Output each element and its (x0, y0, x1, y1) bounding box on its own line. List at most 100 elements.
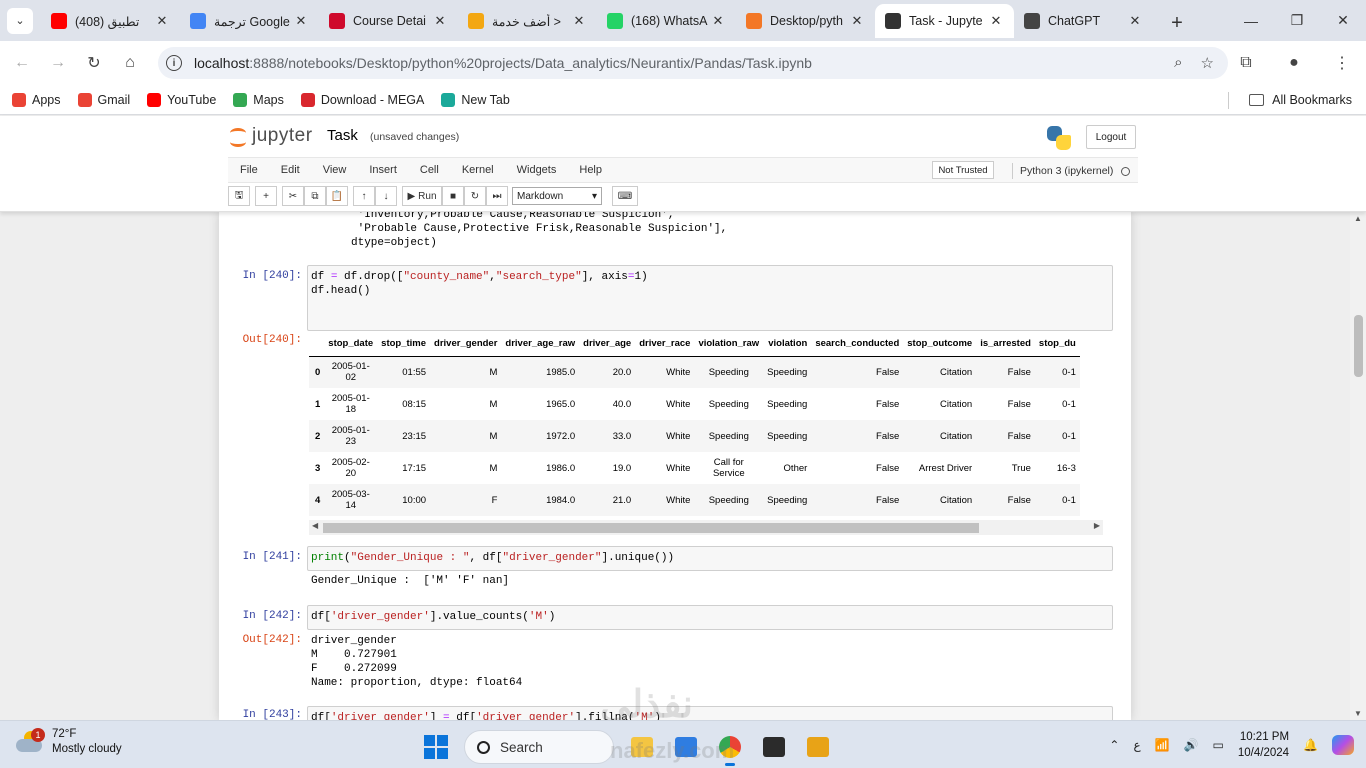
close-tab-icon[interactable]: ✕ (988, 13, 1004, 29)
close-tab-icon[interactable]: ✕ (432, 13, 448, 29)
weather-widget[interactable]: 1 72°F Mostly cloudy (16, 727, 122, 757)
table-row: 2 2005-01-23 23:15 M 1972.0 33.0 White Speeding… (309, 420, 1080, 452)
bookmark-star-icon[interactable]: ☆ (1201, 54, 1214, 72)
scroll-up-icon[interactable]: ▲ (1354, 214, 1362, 223)
back-button[interactable]: ← (4, 45, 40, 81)
menu-widgets[interactable]: Widgets (507, 164, 567, 176)
bookmark-item[interactable]: Download - MEGA (300, 92, 424, 107)
browser-tab[interactable]: أضف خدمة > ✕ (458, 4, 597, 38)
menu-file[interactable]: File (230, 164, 268, 176)
bookmark-item[interactable]: Maps (233, 92, 284, 107)
cell-240-code[interactable]: df = df.drop(["county_name","search_type… (307, 265, 1113, 331)
browser-tab[interactable]: ChatGPT ✕ (1014, 4, 1153, 38)
table-cell: F (491, 494, 498, 506)
scrollbar-thumb[interactable] (323, 523, 979, 533)
minimize-button[interactable]: — (1228, 0, 1274, 41)
all-bookmarks-button[interactable]: All Bookmarks (1249, 85, 1352, 115)
notification-bell-icon[interactable]: 🔔 (1303, 738, 1318, 752)
table-cell: False (1007, 494, 1031, 506)
volume-icon[interactable]: 🔊 (1184, 738, 1199, 752)
close-tab-icon[interactable]: ✕ (571, 13, 587, 29)
close-tab-icon[interactable]: ✕ (293, 13, 309, 29)
menu-insert[interactable]: Insert (359, 164, 407, 176)
logout-button[interactable]: Logout (1086, 125, 1136, 149)
save-icon[interactable]: 🖫 (228, 186, 250, 206)
cell-type-select[interactable]: Markdown ▾ (512, 187, 602, 205)
rstudio-icon[interactable] (798, 727, 838, 767)
insert-cell-icon[interactable]: + (255, 186, 277, 206)
zoom-icon[interactable]: ⌕ (1174, 54, 1182, 72)
browser-tab[interactable]: Task - Jupyte ✕ (875, 4, 1014, 38)
forward-button[interactable]: → (40, 45, 76, 81)
menu-help[interactable]: Help (569, 164, 612, 176)
page-vertical-scrollbar[interactable]: ▲ ▼ (1350, 212, 1366, 720)
browser-tab[interactable]: Desktop/pyth ✕ (736, 4, 875, 38)
interrupt-icon[interactable]: ■ (442, 186, 464, 206)
copilot-icon[interactable] (1332, 735, 1354, 755)
windows-start-icon[interactable] (424, 735, 448, 759)
restart-run-all-icon[interactable]: ⏭ (486, 186, 508, 206)
home-button[interactable]: ⌂ (112, 45, 148, 81)
table-cell: 1972.0 (546, 430, 576, 442)
menu-edit[interactable]: Edit (271, 164, 310, 176)
menu-view[interactable]: View (313, 164, 357, 176)
scroll-left-icon[interactable]: ◀ (312, 521, 318, 530)
address-bar[interactable]: i localhost:8888/notebooks/Desktop/pytho… (158, 47, 1228, 79)
copy-icon[interactable]: ⧉ (304, 186, 326, 206)
browser-tab[interactable]: Course Detai ✕ (319, 4, 458, 38)
chevron-up-icon[interactable]: ⌃ (1109, 738, 1119, 752)
profile-avatar[interactable]: ● (1270, 54, 1318, 72)
input-language[interactable]: ع (1133, 738, 1140, 752)
close-window-button[interactable]: ✕ (1320, 0, 1366, 41)
restart-icon[interactable]: ↻ (464, 186, 486, 206)
menu-cell[interactable]: Cell (410, 164, 449, 176)
window-controls: — ❐ ✕ (1228, 0, 1366, 41)
cut-icon[interactable]: ✂ (282, 186, 304, 206)
table-cell: Speeding (708, 366, 749, 378)
battery-icon[interactable]: ▭ (1213, 738, 1224, 752)
reload-button[interactable]: ↻ (76, 45, 112, 81)
wifi-icon[interactable]: 📶 (1155, 738, 1170, 752)
bookmark-item[interactable]: Gmail (77, 92, 130, 107)
scroll-down-icon[interactable]: ▼ (1354, 709, 1362, 718)
trust-indicator[interactable]: Not Trusted (932, 161, 994, 179)
cell-242-code[interactable]: df['driver_gender'].value_counts('M') (307, 605, 1113, 630)
page-scrollbar-thumb[interactable] (1354, 315, 1363, 377)
dataframe-horizontal-scrollbar[interactable]: ◀ ▶ (309, 520, 1103, 535)
jupyter-logo[interactable]: jupyter (230, 125, 313, 147)
clock[interactable]: 10:21 PM 10/4/2024 (1238, 729, 1289, 761)
menu-kernel[interactable]: Kernel (452, 164, 504, 176)
site-info-icon[interactable]: i (166, 55, 182, 71)
new-tab-button[interactable]: + (1163, 10, 1191, 38)
extensions-icon[interactable]: ⧉ (1222, 54, 1270, 72)
bookmark-item[interactable]: Apps (12, 92, 61, 107)
move-down-icon[interactable]: ↓ (375, 186, 397, 206)
notebook-name[interactable]: Task (327, 127, 358, 144)
move-up-icon[interactable]: ↑ (353, 186, 375, 206)
cell-241-code[interactable]: print("Gender_Unique : ", df["driver_gen… (307, 546, 1113, 571)
maximize-button[interactable]: ❐ (1274, 0, 1320, 41)
run-button[interactable]: ▶ Run (402, 186, 442, 206)
close-tab-icon[interactable]: ✕ (849, 13, 865, 29)
table-cell: 33.0 (612, 430, 632, 442)
browser-tab[interactable]: (168) WhatsA ✕ (597, 4, 736, 38)
browser-menu-icon[interactable]: ⋮ (1318, 53, 1366, 73)
bookmark-item[interactable]: New Tab (441, 92, 510, 107)
system-tray: ⌃ ع 📶 🔊 ▭ 10:21 PM 10/4/2024 🔔 (1109, 721, 1366, 768)
terminal-icon[interactable] (754, 727, 794, 767)
url-text[interactable]: localhost:8888/notebooks/Desktop/python%… (194, 55, 812, 71)
scroll-right-icon[interactable]: ▶ (1094, 521, 1100, 530)
browser-tab[interactable]: (408) تطبيق ✕ (41, 4, 180, 38)
command-palette-icon[interactable]: ⌨ (612, 186, 638, 206)
browser-tab-strip: ⌄ (408) تطبيق ✕ ترجمة Google ✕ Course Detai ✕… (0, 0, 1366, 41)
tab-search-button[interactable]: ⌄ (7, 7, 33, 34)
cell-243-code[interactable]: df['driver_gender'] = df['driver_gender'… (307, 706, 1113, 720)
taskbar-search[interactable]: Search (464, 730, 614, 764)
chatgpt-icon (1024, 13, 1040, 29)
browser-tab[interactable]: ترجمة Google ✕ (180, 4, 319, 38)
close-tab-icon[interactable]: ✕ (154, 13, 170, 29)
close-tab-icon[interactable]: ✕ (1127, 13, 1143, 29)
paste-icon[interactable]: 📋 (326, 186, 348, 206)
close-tab-icon[interactable]: ✕ (710, 13, 726, 29)
bookmark-item[interactable]: YouTube (147, 92, 216, 107)
